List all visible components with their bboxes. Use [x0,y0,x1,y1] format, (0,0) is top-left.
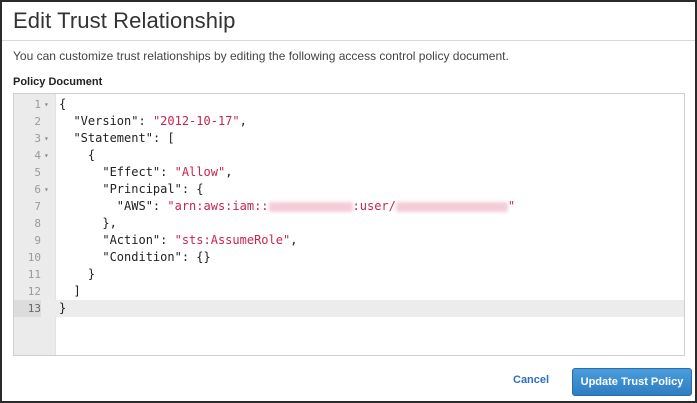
code-line[interactable]: 8 }, [14,215,684,232]
line-number: 5 [34,166,41,179]
cancel-button[interactable]: Cancel [513,374,549,386]
fold-arrow-icon[interactable]: ▾ [44,130,54,147]
line-number: 7 [34,200,41,213]
json-string: :user/ [352,199,396,213]
line-number: 3 [34,132,41,145]
dialog-header: Edit Trust Relationship [2,2,695,41]
code-text: "Condition": {} [102,250,211,264]
code-text: "Effect": "Allow", [102,165,233,179]
line-number: 2 [34,115,41,128]
json-key: "Version" [73,114,139,128]
dialog-title: Edit Trust Relationship [13,8,236,33]
policy-document-label: Policy Document [13,76,103,88]
code-line[interactable]: 2 "Version": "2012-10-17", [14,113,684,130]
json-key: "AWS" [116,199,153,213]
code-line[interactable]: 12 ] [14,283,684,300]
code-line[interactable]: 1 ▾ { [14,96,684,113]
code-text: { [59,97,67,111]
json-key: "Effect" [102,165,161,179]
code-text: }, [59,216,117,230]
code-text: } [59,301,67,315]
json-string: "2012-10-17" [152,114,240,128]
line-number: 6 [34,183,41,196]
json-key: "Statement" [73,131,153,145]
code-text: "Statement": [ [73,131,175,145]
code-line-active[interactable]: 13 } [14,300,684,317]
code-line[interactable]: 4 ▾ { [14,147,684,164]
dialog: Edit Trust Relationship You can customiz… [0,0,697,403]
update-trust-policy-button[interactable]: Update Trust Policy [572,368,692,396]
code-line[interactable]: 9 "Action": "sts:AssumeRole", [14,232,684,249]
code-line[interactable]: 6 ▾ "Principal": { [14,181,684,198]
line-number: 11 [27,268,41,281]
policy-editor[interactable]: 1 ▾ { 2 "Version": "2012-10-17", 3 ▾ "St… [13,93,685,356]
fold-arrow-icon[interactable]: ▾ [44,96,54,113]
json-string: "sts:AssumeRole" [174,233,291,247]
code-text: "AWS": "arn:aws:iam:::user/" [116,199,516,213]
code-line[interactable]: 3 ▾ "Statement": [ [14,130,684,147]
code-line[interactable]: 7 "AWS": "arn:aws:iam:::user/" [14,198,684,215]
json-string: "Allow" [174,165,226,179]
dialog-description: You can customize trust relationships by… [13,49,509,63]
code-text: "Version": "2012-10-17", [73,114,247,128]
line-number: 13 [14,300,41,317]
line-number: 1 [34,98,41,111]
redacted-account-id [268,201,353,212]
code-text: ] [59,284,81,298]
code-line[interactable]: 11 } [14,266,684,283]
dialog-footer: Cancel Update Trust Policy [2,362,695,401]
json-key: "Principal" [102,182,182,196]
json-string: "arn:aws:iam:: [167,199,269,213]
json-string: " [507,199,516,213]
redacted-username [395,201,508,212]
json-key: "Action" [102,233,161,247]
fold-arrow-icon[interactable]: ▾ [44,181,54,198]
json-key: "Condition" [102,250,182,264]
line-number: 9 [34,234,41,247]
code-line[interactable]: 10 "Condition": {} [14,249,684,266]
line-number: 8 [34,217,41,230]
line-number: 10 [27,251,41,264]
fold-arrow-icon[interactable]: ▾ [44,147,54,164]
code-text: { [59,148,96,162]
code-text: } [59,267,96,281]
code-text: "Principal": { [102,182,204,196]
line-number: 4 [34,149,41,162]
code-text: "Action": "sts:AssumeRole", [102,233,298,247]
code-line[interactable]: 5 "Effect": "Allow", [14,164,684,181]
line-number: 12 [27,285,41,298]
